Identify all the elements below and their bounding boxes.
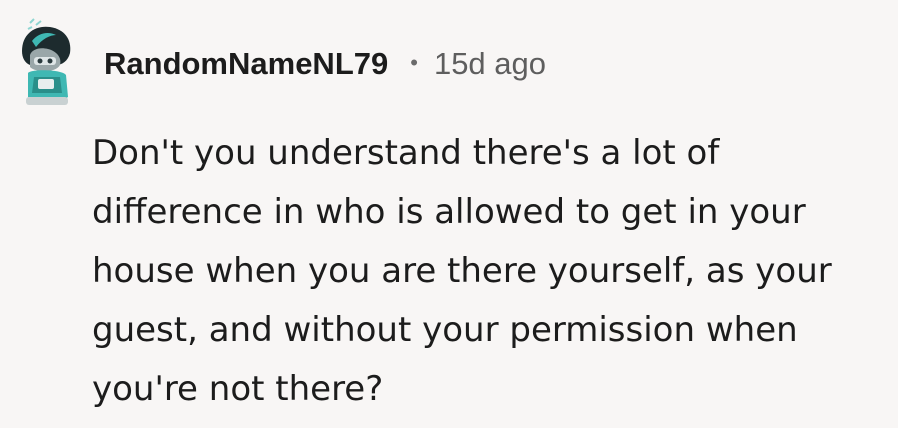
author-username[interactable]: RandomNameNL79	[104, 46, 388, 82]
user-avatar[interactable]	[16, 17, 80, 109]
comment-body-line: difference in who is allowed to get in y…	[92, 192, 806, 232]
comment-timestamp[interactable]: 15d ago	[434, 46, 546, 82]
comment: RandomNameNL79 • 15d ago Don't you under…	[0, 0, 898, 428]
comment-body-line: guest, and without your permission when	[92, 310, 798, 350]
comment-meta: RandomNameNL79 • 15d ago	[104, 42, 546, 86]
comment-body: Don't you understand there's a lot of di…	[92, 124, 892, 419]
snoo-avatar-icon	[22, 18, 71, 105]
comment-body-line: you're not there?	[92, 369, 384, 409]
meta-separator: •	[410, 50, 418, 75]
comment-body-line: house when you are there yourself, as yo…	[92, 251, 832, 291]
comment-body-line: Don't you understand there's a lot of	[92, 133, 720, 173]
